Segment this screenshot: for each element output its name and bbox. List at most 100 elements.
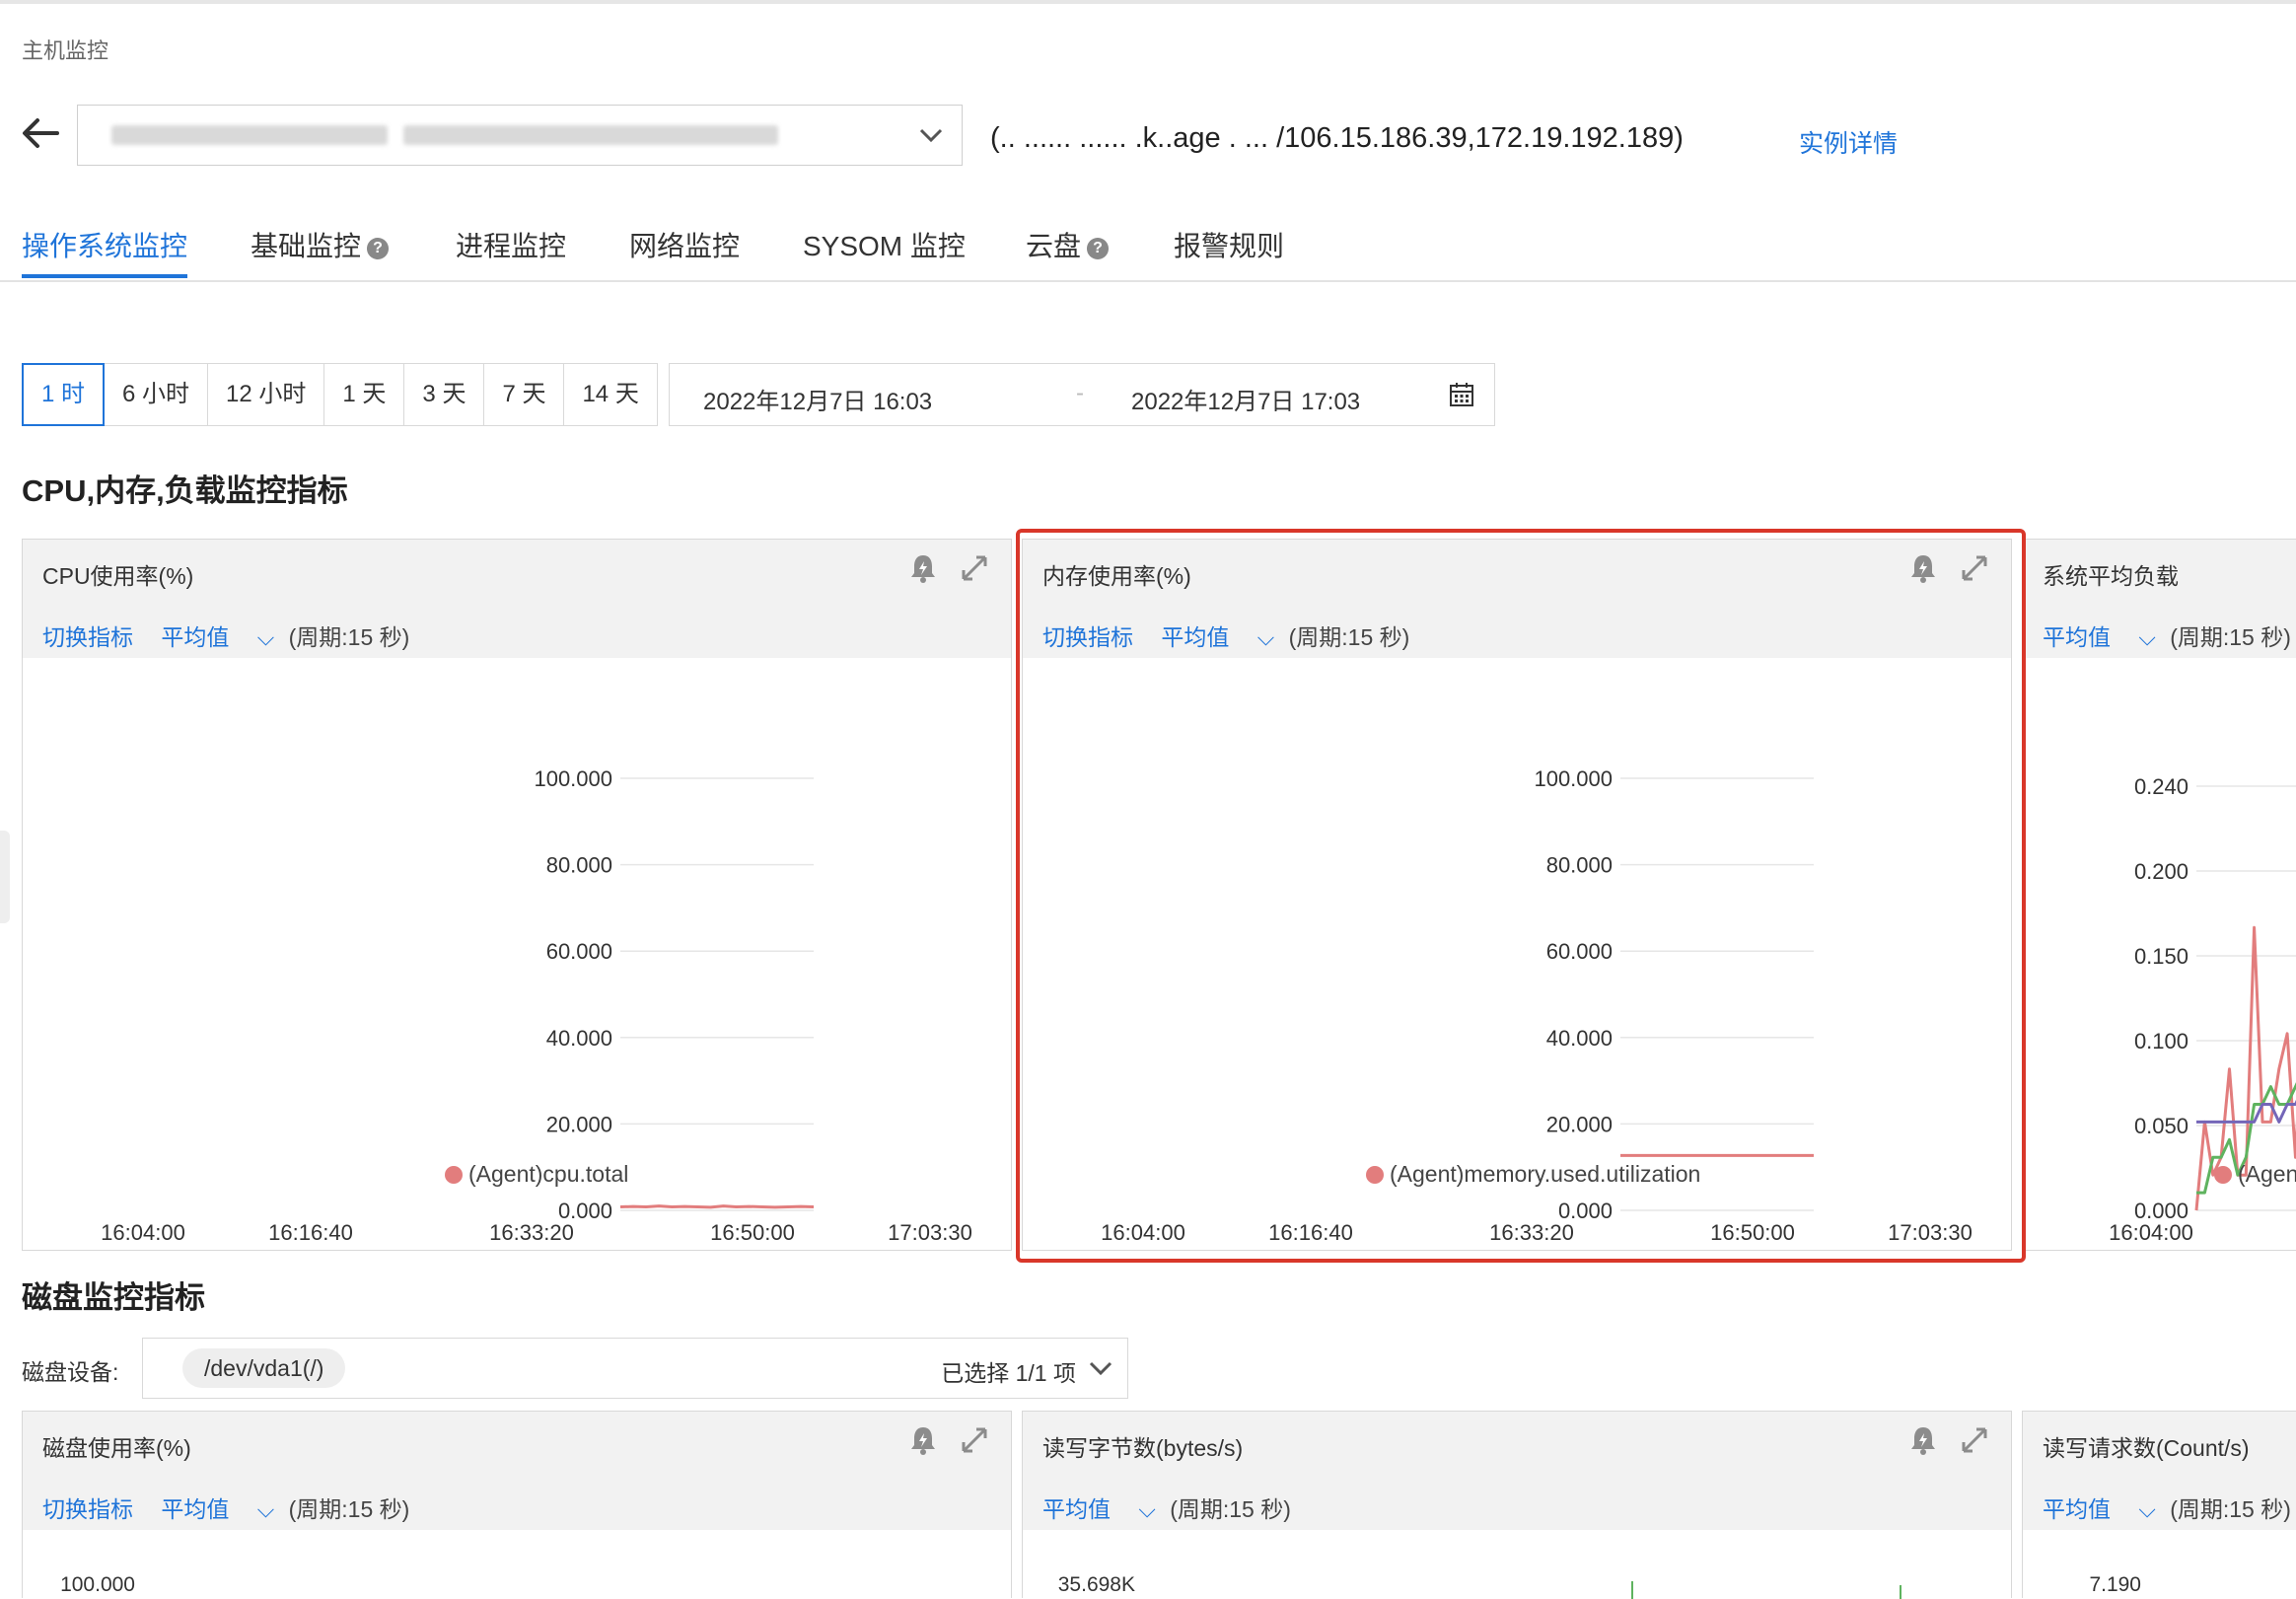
disk-rw-requests-panel: 读写请求数(Count/s) 平均值 ⌵ (周期:15 秒) 7.190	[2022, 1411, 2296, 1598]
expand-icon[interactable]	[1958, 1423, 1991, 1457]
expand-icon[interactable]	[958, 551, 991, 585]
expand-icon[interactable]	[958, 1423, 991, 1457]
legend-dot	[445, 1166, 463, 1184]
back-arrow-icon[interactable]	[18, 110, 63, 156]
x-tick-label: 16:33:20	[489, 1220, 574, 1245]
alarm-bell-icon[interactable]	[906, 1423, 940, 1457]
y-tick-label: 60.000	[546, 939, 612, 964]
disk-chip[interactable]: /dev/vda1(/)	[182, 1348, 346, 1388]
y-tick-label: 7.190	[2089, 1573, 2141, 1596]
aggregation-select[interactable]: 平均值 ⌵	[161, 624, 274, 650]
chart-legend[interactable]: (Agen	[2214, 1161, 2296, 1188]
aggregation-label: 平均值	[1042, 1496, 1111, 1522]
date-end[interactable]: 2022年12月7日 17:03	[1131, 382, 1360, 416]
period-label: (周期:15 秒)	[2170, 624, 2291, 650]
tab-process-monitor[interactable]: 进程监控	[456, 225, 566, 264]
x-tick-label: 16:04:00	[2109, 1220, 2193, 1245]
y-tick-label: 20.000	[546, 1112, 612, 1136]
y-tick-label: 0.240	[2134, 774, 2188, 799]
panel-title: 读写字节数(bytes/s)	[1042, 1435, 1244, 1461]
period-label: (周期:15 秒)	[2170, 1496, 2291, 1522]
cpu-usage-panel: CPU使用率(%) 切换指标 平均值 ⌵ (周期:15 秒) 100.000 80…	[22, 539, 1012, 1251]
calendar-icon[interactable]	[1449, 382, 1474, 407]
aggregation-label: 平均值	[2043, 1496, 2111, 1522]
aggregation-select[interactable]: 平均值 ⌵	[161, 1496, 274, 1522]
disk-device-label: 磁盘设备:	[22, 1359, 119, 1385]
aggregation-label: 平均值	[2043, 624, 2111, 650]
disk-rw-requests-chart: 7.190	[2089, 1573, 2141, 1596]
panel-title: 系统平均负载	[2043, 563, 2179, 589]
range-12h[interactable]: 12 小时	[208, 363, 325, 426]
switch-metric-button[interactable]: 切换指标	[42, 1496, 133, 1522]
aggregation-select[interactable]: 平均值 ⌵	[2043, 1496, 2156, 1522]
aggregation-select[interactable]: 平均值 ⌵	[1042, 1496, 1156, 1522]
instance-info: (.. ...... ...... .k..age . ... /106.15.…	[990, 122, 1684, 154]
legend-label: (Agent)cpu.total	[468, 1161, 629, 1187]
range-1d[interactable]: 1 天	[324, 363, 405, 426]
system-load-panel: 系统平均负载 平均值 ⌵ (周期:15 秒) 0.240 0.200 0.150 0.…	[2022, 539, 2296, 1251]
disk-rw-bytes-panel: 读写字节数(bytes/s) 平均值 ⌵ (周期:15 秒) 35.698K	[1022, 1411, 2012, 1599]
aggregation-label: 平均值	[161, 1496, 230, 1522]
redacted-text	[111, 125, 388, 145]
legend-label: (Agen	[2238, 1161, 2296, 1187]
tab-basic-monitor[interactable]: 基础监控?	[251, 225, 390, 264]
range-3d[interactable]: 3 天	[404, 363, 485, 426]
side-collapse-handle[interactable]	[0, 831, 10, 923]
tab-alarm-rules[interactable]: 报警规则	[1174, 225, 1284, 264]
range-6h[interactable]: 6 小时	[105, 363, 209, 426]
help-icon[interactable]: ?	[1087, 237, 1110, 259]
y-tick-label: 35.698K	[1058, 1573, 1135, 1596]
chevron-down-icon	[919, 128, 943, 143]
y-tick-label: 100.000	[534, 766, 612, 791]
switch-metric-button[interactable]: 切换指标	[42, 624, 133, 650]
highlight-box	[1016, 529, 2026, 1263]
breadcrumb: 主机监控	[22, 38, 109, 63]
panel-header: 读写字节数(bytes/s) 平均值 ⌵ (周期:15 秒)	[1023, 1412, 2011, 1530]
tab-cloud-disk[interactable]: 云盘?	[1026, 225, 1110, 264]
active-tab-indicator	[22, 274, 187, 278]
monitor-tabs: 操作系统监控 基础监控? 进程监控 网络监控 SYSOM 监控 云盘? 报警规则	[0, 219, 2296, 282]
aggregation-select[interactable]: 平均值 ⌵	[2043, 624, 2156, 650]
instance-select[interactable]	[77, 105, 963, 166]
help-icon[interactable]: ?	[367, 237, 390, 259]
tab-sysom-monitor[interactable]: SYSOM 监控	[803, 225, 966, 264]
time-range-group: 1 时 6 小时 12 小时 1 天 3 天 7 天 14 天	[22, 363, 658, 426]
disk-device-select[interactable]: /dev/vda1(/) 已选择 1/1 项	[142, 1338, 1128, 1399]
y-tick-label: 100.000	[60, 1573, 135, 1596]
panel-controls: 平均值 ⌵ (周期:15 秒)	[2043, 618, 2296, 652]
panel-controls: 平均值 ⌵ (周期:15 秒)	[1042, 1490, 1313, 1524]
period-label: (周期:15 秒)	[288, 624, 410, 650]
x-tick-label: 16:50:00	[710, 1220, 795, 1245]
disk-usage-chart: 100.000	[60, 1573, 135, 1596]
redacted-text	[403, 125, 778, 145]
tab-network-monitor[interactable]: 网络监控	[629, 225, 740, 264]
range-1h[interactable]: 1 时	[22, 363, 106, 426]
alarm-bell-icon[interactable]	[906, 551, 940, 585]
alarm-bell-icon[interactable]	[1906, 1423, 1940, 1457]
panel-header: 读写请求数(Count/s) 平均值 ⌵ (周期:15 秒)	[2023, 1412, 2296, 1530]
chart-legend[interactable]: (Agent)cpu.total	[445, 1161, 628, 1188]
date-start[interactable]: 2022年12月7日 16:03	[703, 382, 932, 416]
x-tick-label: 16:16:40	[268, 1220, 353, 1245]
y-tick-label: 0.100	[2134, 1029, 2188, 1054]
period-label: (周期:15 秒)	[288, 1496, 410, 1522]
panel-title: CPU使用率(%)	[42, 563, 194, 589]
section-title-cpu: CPU,内存,负载监控指标	[22, 473, 348, 508]
y-tick-label: 0.150	[2134, 944, 2188, 969]
panel-title: 磁盘使用率(%)	[42, 1435, 191, 1461]
y-tick-label: 40.000	[546, 1026, 612, 1051]
x-tick-label: 17:03:30	[888, 1220, 972, 1245]
tab-os-monitor[interactable]: 操作系统监控	[22, 225, 187, 264]
disk-usage-panel: 磁盘使用率(%) 切换指标 平均值 ⌵ (周期:15 秒) 100.000	[22, 1411, 1012, 1598]
range-14d[interactable]: 14 天	[564, 363, 658, 426]
date-separator: -	[1076, 380, 1084, 406]
panel-title: 读写请求数(Count/s)	[2043, 1435, 2250, 1461]
instance-detail-link[interactable]: 实例详情	[1799, 124, 1898, 160]
panel-header: CPU使用率(%) 切换指标 平均值 ⌵ (周期:15 秒)	[23, 540, 1011, 658]
range-7d[interactable]: 7 天	[484, 363, 565, 426]
chevron-down-icon	[1089, 1361, 1112, 1376]
y-tick-label: 80.000	[546, 853, 612, 878]
aggregation-label: 平均值	[161, 624, 230, 650]
date-range-picker[interactable]: 2022年12月7日 16:03 - 2022年12月7日 17:03	[669, 363, 1495, 426]
y-tick-label: 0.200	[2134, 859, 2188, 884]
